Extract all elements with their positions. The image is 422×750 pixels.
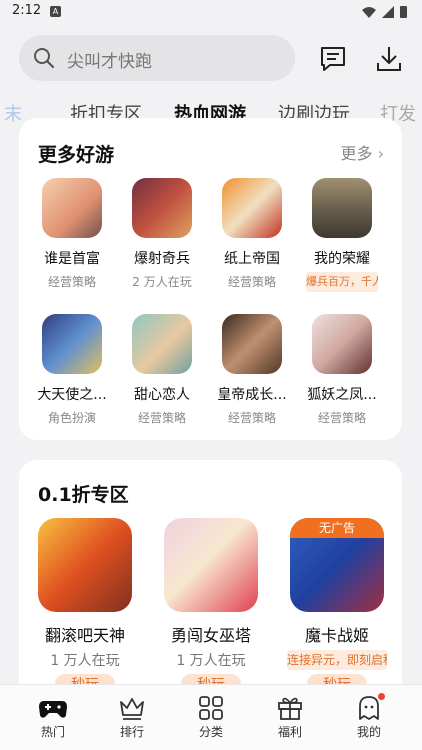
nav-welfare[interactable]: 福利 — [260, 695, 320, 740]
game-subtitle: 经营策略 — [137, 411, 186, 425]
more-link[interactable]: 更多 › — [340, 140, 384, 164]
game-subtitle: 角色扮演 — [47, 411, 96, 425]
game-item[interactable]: 勇闯女巫塔 1 万人在玩 — [155, 518, 267, 670]
game-name: 翻滚吧天神 — [44, 626, 125, 645]
game-item[interactable]: 爆射奇兵 2 万人在玩 — [123, 178, 201, 290]
section-title: 0.1折专区 — [38, 484, 129, 506]
game-item[interactable]: 翻滚吧天神 1 万人在玩 — [29, 518, 141, 670]
notification-dot — [378, 693, 385, 700]
game-item[interactable]: 狐妖之凤... 经营策略 — [303, 314, 381, 426]
nav-label: 热门 — [40, 725, 65, 739]
game-name: 魔卡战姬 — [304, 626, 369, 645]
status-bar: 2:12 A — [0, 0, 422, 24]
more-games-card: 更多好游 更多 › 谁是首富 经营策略 爆射奇兵 2 万人在玩 纸上帝国 经营策… — [19, 118, 402, 440]
game-icon — [312, 314, 372, 374]
game-icon — [42, 178, 102, 238]
bottom-navigation: 热门 排行 分类 福利 我的 — [0, 684, 422, 750]
game-name: 纸上帝国 — [224, 251, 280, 267]
game-name: 爆射奇兵 — [134, 251, 190, 267]
game-subtitle: 2 万人在玩 — [132, 275, 192, 289]
game-icon — [312, 178, 372, 238]
game-tag: 爆兵百万，千人同屏大战 — [306, 272, 378, 292]
nav-label: 排行 — [119, 725, 144, 739]
download-icon[interactable] — [376, 45, 402, 73]
chevron-right-icon: › — [377, 144, 384, 163]
nav-label: 福利 — [277, 725, 302, 739]
game-name: 甜心恋人 — [134, 387, 190, 403]
game-item[interactable]: 甜心恋人 经营策略 — [123, 314, 201, 426]
game-icon — [164, 518, 258, 612]
nav-label: 我的 — [356, 725, 381, 739]
nav-ranking[interactable]: 排行 — [102, 695, 162, 740]
grid-icon — [199, 696, 223, 720]
search-bar[interactable]: 尖叫才快跑 — [19, 35, 295, 81]
game-item[interactable]: 皇帝成长... 经营策略 — [213, 314, 291, 426]
gamepad-icon — [39, 701, 67, 718]
game-subtitle: 1 万人在玩 — [176, 653, 246, 669]
message-icon[interactable] — [319, 45, 347, 73]
game-subtitle: 1 万人在玩 — [50, 653, 120, 669]
tab-prev[interactable]: 末 — [4, 100, 22, 126]
game-name: 狐妖之凤... — [307, 387, 377, 403]
more-label: 更多 — [340, 144, 373, 163]
nav-mine[interactable]: 我的 — [339, 693, 399, 740]
game-item[interactable]: 大天使之... 角色扮演 — [33, 314, 111, 426]
crown-icon — [120, 698, 144, 720]
search-icon — [34, 48, 55, 69]
game-icon — [132, 178, 192, 238]
game-subtitle: 经营策略 — [317, 411, 366, 425]
game-subtitle: 经营策略 — [47, 275, 96, 289]
game-subtitle: 经营策略 — [227, 275, 276, 289]
gift-icon — [278, 697, 302, 720]
game-subtitle: 经营策略 — [227, 411, 276, 425]
game-icon — [222, 314, 282, 374]
game-item[interactable]: 纸上帝国 经营策略 — [213, 178, 291, 290]
game-icon — [38, 518, 132, 612]
section-title: 更多好游 — [38, 144, 115, 166]
game-item[interactable]: 无广告 魔卡战姬 连接异元，即刻启程 — [281, 518, 393, 670]
game-icon — [42, 314, 102, 374]
search-placeholder: 尖叫才快跑 — [67, 52, 152, 72]
game-tag: 连接异元，即刻启程 — [287, 650, 387, 670]
game-name: 大天使之... — [37, 387, 107, 403]
game-icon: 无广告 — [290, 518, 384, 612]
system-status-icons — [362, 6, 407, 18]
no-ads-ribbon: 无广告 — [290, 518, 384, 538]
game-name: 我的荣耀 — [314, 251, 370, 267]
game-name: 勇闯女巫塔 — [170, 626, 251, 645]
nav-category[interactable]: 分类 — [181, 695, 241, 740]
game-item[interactable]: 谁是首富 经营策略 — [33, 178, 111, 290]
nav-hot[interactable]: 热门 — [23, 695, 83, 740]
game-icon — [222, 178, 282, 238]
game-item[interactable]: 我的荣耀 爆兵百万，千人同屏大战 — [303, 178, 381, 292]
status-time: 2:12 — [12, 3, 42, 18]
game-name: 皇帝成长... — [217, 387, 287, 403]
nav-label: 分类 — [198, 725, 223, 739]
game-icon — [132, 314, 192, 374]
game-name: 谁是首富 — [44, 251, 100, 267]
notification-icon: A — [50, 6, 61, 17]
